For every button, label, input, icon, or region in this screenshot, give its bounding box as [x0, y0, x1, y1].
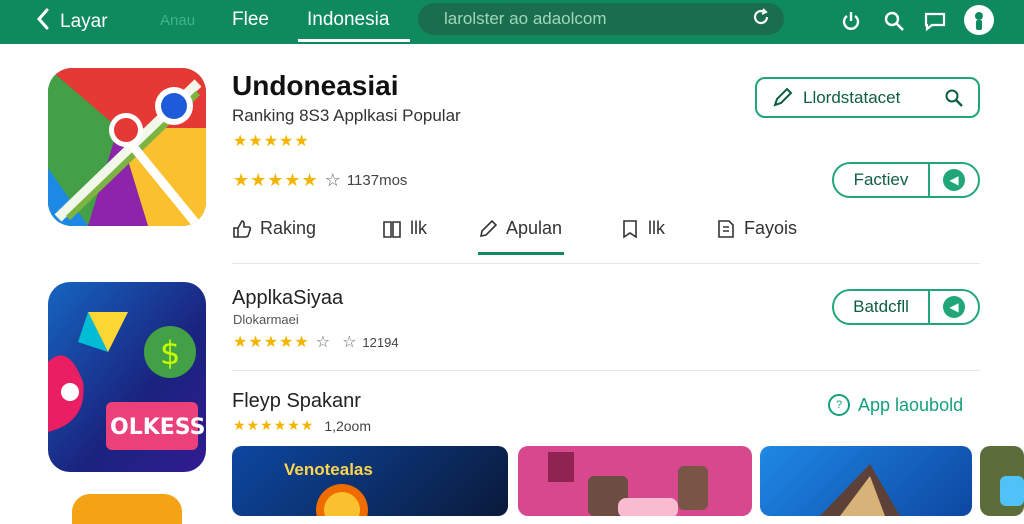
- tab-raking[interactable]: Raking: [232, 218, 316, 239]
- app-link[interactable]: ? App laoubold: [828, 394, 963, 416]
- active-subtab-indicator: [478, 252, 564, 255]
- store-search-button[interactable]: Llordstatacet: [755, 77, 980, 118]
- tab-fayois[interactable]: Fayois: [716, 218, 797, 239]
- svg-text:$: $: [160, 334, 180, 372]
- app2-install-button[interactable]: Batdcfll ◀: [832, 289, 980, 325]
- app2-rating-row: ★★★★★ ☆ ☆ 12194: [233, 332, 399, 352]
- active-tab-indicator: [298, 39, 410, 42]
- app2-button-label: Batdcfll: [853, 297, 909, 316]
- install-button-label: Factiev: [853, 170, 909, 189]
- arrow-icon: ◀: [943, 296, 965, 318]
- star-rating: ★★★★★★: [233, 417, 315, 433]
- search-icon: [945, 89, 963, 107]
- tab-label: llk: [648, 218, 665, 238]
- rating-count: 12194: [362, 334, 399, 350]
- install-button[interactable]: Factiev ◀: [832, 162, 980, 198]
- store-search-label: Llordstatacet: [803, 87, 901, 107]
- tab-flee[interactable]: Flee: [232, 9, 269, 31]
- thumbnail-card[interactable]: [980, 446, 1024, 516]
- search-bar[interactable]: [418, 3, 784, 35]
- star-rating-small: ★★★★★: [233, 133, 310, 150]
- tab-anau[interactable]: Anau: [160, 12, 195, 29]
- app2-arrow-button[interactable]: ◀: [930, 296, 978, 318]
- thumbnail-title: Venotealas: [284, 460, 373, 479]
- section-title: Fleyp Spakanr: [232, 390, 361, 412]
- power-icon[interactable]: [838, 8, 864, 34]
- chat-icon[interactable]: [922, 8, 948, 34]
- section-count: 1,2oom: [324, 417, 372, 434]
- profile-avatar[interactable]: [964, 5, 994, 35]
- star-rating: ★★★★★: [233, 334, 310, 351]
- app2-icon-text: OLKESS: [110, 415, 206, 440]
- thumbs-up-icon: [233, 219, 252, 238]
- app2-title: ApplkaSiyaa: [232, 287, 344, 309]
- divider: [232, 370, 980, 371]
- app-title: Undoneasiai: [232, 70, 399, 101]
- rating-count: 1137mos: [346, 172, 408, 189]
- tab-label: llk: [410, 218, 427, 238]
- install-arrow-button[interactable]: ◀: [930, 169, 978, 191]
- empty-star-icon: ☆: [315, 334, 331, 351]
- search-input[interactable]: [444, 9, 750, 29]
- top-app-bar: Layar Anau Flee Indonesia: [0, 0, 1024, 44]
- tab-label: Apulan: [506, 218, 563, 238]
- divider: [232, 263, 980, 264]
- empty-star-icon: ☆: [324, 170, 341, 190]
- section-rating-row: ★★★★★★ 1,2oom: [233, 417, 371, 434]
- app-icon-maps[interactable]: [48, 68, 206, 226]
- book-icon: [383, 220, 401, 238]
- bookmark-icon: [623, 219, 637, 238]
- pencil-icon: [773, 87, 793, 107]
- thumbnail-card[interactable]: Venotealas: [232, 446, 508, 516]
- empty-star-icon: ☆: [342, 334, 357, 351]
- tab-label: Raking: [260, 218, 317, 238]
- thumbnail-card[interactable]: [760, 446, 972, 516]
- info-circle-icon: ?: [828, 394, 850, 416]
- tab-apulan[interactable]: Apulan: [478, 218, 562, 239]
- tab-indonesia[interactable]: Indonesia: [307, 9, 389, 31]
- profile-icon: [975, 12, 983, 30]
- back-label: Layar: [60, 10, 108, 32]
- tab-label: Fayois: [744, 218, 798, 238]
- app2-subtitle: Dlokarmaei: [233, 312, 299, 327]
- tab-llk-2[interactable]: llk: [620, 218, 665, 239]
- app-subtitle: Ranking 8S3 Applkasi Popular: [232, 106, 461, 125]
- back-button[interactable]: Layar: [36, 8, 108, 35]
- chevron-left-icon: [36, 8, 50, 35]
- star-rating: ★★★★★: [233, 170, 319, 190]
- thumbnail-card[interactable]: [518, 446, 752, 516]
- app-rating-row: ★★★★★ ☆ 1137mos: [233, 170, 407, 191]
- document-icon: [718, 219, 734, 238]
- tab-llk-1[interactable]: llk: [382, 218, 427, 239]
- search-icon[interactable]: [881, 8, 907, 34]
- app-icon-third[interactable]: [72, 494, 182, 524]
- app-link-label: App laoubold: [858, 394, 964, 415]
- refresh-icon[interactable]: [750, 6, 772, 33]
- pen-icon: [479, 219, 498, 237]
- detail-tabs: Raking llk Apulan llk Fayois: [232, 216, 980, 256]
- arrow-icon: ◀: [943, 169, 965, 191]
- app-icon-olkess[interactable]: $ OLKESS: [48, 282, 206, 472]
